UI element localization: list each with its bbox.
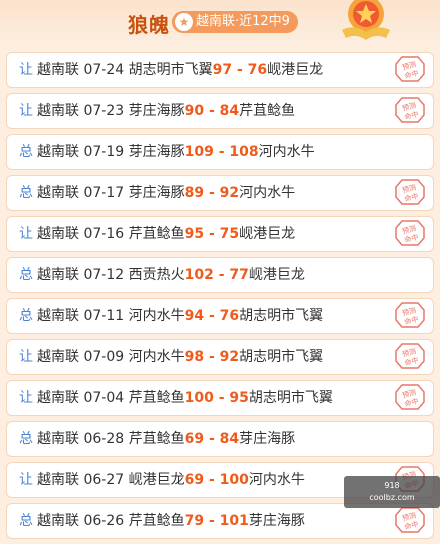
- list-item[interactable]: 让越南联 07-16 芹苴鲶鱼95 - 75岘港巨龙 预测 命中: [6, 216, 434, 252]
- toast-line-2: coolbz.com: [369, 493, 415, 502]
- match-info: 越南联 06-26 芹苴鲶鱼: [37, 513, 185, 529]
- match-text: 越南联 07-16 芹苴鲶鱼95 - 75岘港巨龙: [37, 217, 295, 251]
- match-score: 109 - 108: [184, 144, 259, 160]
- match-info: 越南联 07-19 芽庄海豚: [37, 144, 185, 160]
- match-text: 越南联 07-12 西贡热火102 - 77岘港巨龙: [37, 258, 305, 292]
- away-team: 胡志明市飞翼: [239, 349, 324, 365]
- match-score: 94 - 76: [184, 308, 240, 324]
- match-info: 越南联 07-09 河内水牛: [37, 349, 185, 365]
- bet-type-label: 让: [19, 62, 33, 78]
- match-score: 69 - 84: [184, 431, 240, 447]
- match-score: 89 - 92: [184, 185, 240, 201]
- list-item[interactable]: 总越南联 07-12 西贡热火102 - 77岘港巨龙: [6, 257, 434, 293]
- match-text: 越南联 06-28 芹苴鲶鱼69 - 84芽庄海豚: [37, 422, 295, 456]
- match-score: 102 - 77: [184, 267, 249, 283]
- list-item[interactable]: 总越南联 06-28 芹苴鲶鱼69 - 84芽庄海豚: [6, 421, 434, 457]
- prediction-hit-stamp: 预测命中: [395, 220, 425, 246]
- prediction-hit-stamp: 预测命中: [395, 179, 425, 205]
- bet-type-label: 让: [19, 226, 33, 242]
- list-item[interactable]: 总越南联 07-11 河内水牛94 - 76胡志明市飞翼 预测 命中: [6, 298, 434, 334]
- match-text: 越南联 07-23 芽庄海豚90 - 84芹苴鲶鱼: [37, 94, 295, 128]
- match-text: 越南联 07-19 芽庄海豚109 - 108河内水牛: [37, 135, 315, 169]
- match-score: 100 - 95: [184, 390, 249, 406]
- medal-icon: [342, 0, 390, 40]
- prediction-hit-stamp: 预测命中: [395, 343, 425, 369]
- bet-type-label: 总: [19, 267, 33, 283]
- match-score: 98 - 92: [184, 349, 240, 365]
- away-team: 河内水牛: [258, 144, 315, 160]
- match-score: 79 - 101: [184, 513, 249, 529]
- prediction-hit-stamp: 预测命中: [395, 56, 425, 82]
- away-team: 芽庄海豚: [248, 513, 305, 529]
- list-item[interactable]: 让越南联 07-09 河内水牛98 - 92胡志明市飞翼 预测 命中: [6, 339, 434, 375]
- watermark-toast: 918 coolbz.com: [344, 476, 440, 508]
- list-item[interactable]: 总越南联 07-17 芽庄海豚89 - 92河内水牛 预测 命中: [6, 175, 434, 211]
- match-text: 越南联 07-09 河内水牛98 - 92胡志明市飞翼: [37, 340, 323, 374]
- match-info: 越南联 07-04 芹苴鲶鱼: [37, 390, 185, 406]
- prediction-hit-stamp: 预测命中: [395, 384, 425, 410]
- record-badge: ★ 越南联·近12中9: [172, 11, 298, 33]
- away-team: 河内水牛: [239, 185, 296, 201]
- page-title: 狼魄: [128, 13, 170, 37]
- match-score: 69 - 100: [184, 472, 249, 488]
- record-list: 让越南联 07-24 胡志明市飞翼97 - 76岘港巨龙 预测 命中让越南联 07-…: [6, 52, 434, 544]
- bet-type-label: 让: [19, 390, 33, 406]
- bet-type-label: 总: [19, 431, 33, 447]
- bet-type-label: 总: [19, 513, 33, 529]
- header: 狼魄 ★ 越南联·近12中9: [0, 0, 440, 46]
- match-info: 越南联 06-28 芹苴鲶鱼: [37, 431, 185, 447]
- list-item[interactable]: 让越南联 07-04 芹苴鲶鱼100 - 95胡志明市飞翼 预测 命中: [6, 380, 434, 416]
- away-team: 胡志明市飞翼: [248, 390, 333, 406]
- star-icon: ★: [175, 13, 193, 31]
- list-item[interactable]: 让越南联 07-23 芽庄海豚90 - 84芹苴鲶鱼 预测 命中: [6, 93, 434, 129]
- record-badge-label: 越南联·近12中9: [196, 14, 290, 29]
- bet-type-label: 让: [19, 472, 33, 488]
- match-text: 越南联 07-11 河内水牛94 - 76胡志明市飞翼: [37, 299, 323, 333]
- bet-type-label: 总: [19, 144, 33, 160]
- list-item[interactable]: 让越南联 07-24 胡志明市飞翼97 - 76岘港巨龙 预测 命中: [6, 52, 434, 88]
- toast-line-1: 918: [384, 481, 400, 490]
- match-score: 95 - 75: [184, 226, 240, 242]
- away-team: 河内水牛: [248, 472, 305, 488]
- bet-type-label: 让: [19, 103, 33, 119]
- bet-type-label: 总: [19, 308, 33, 324]
- match-info: 越南联 07-11 河内水牛: [37, 308, 185, 324]
- match-text: 越南联 07-04 芹苴鲶鱼100 - 95胡志明市飞翼: [37, 381, 333, 415]
- prediction-hit-stamp: 预测命中: [395, 507, 425, 533]
- away-team: 芽庄海豚: [239, 431, 296, 447]
- list-item[interactable]: 总越南联 07-19 芽庄海豚109 - 108河内水牛: [6, 134, 434, 170]
- match-info: 越南联 07-12 西贡热火: [37, 267, 185, 283]
- match-info: 越南联 07-24 胡志明市飞翼: [37, 62, 213, 78]
- prediction-hit-stamp: 预测命中: [395, 302, 425, 328]
- match-text: 越南联 06-26 芹苴鲶鱼79 - 101芽庄海豚: [37, 504, 305, 538]
- away-team: 岘港巨龙: [239, 226, 296, 242]
- match-info: 越南联 07-17 芽庄海豚: [37, 185, 185, 201]
- match-info: 越南联 07-23 芽庄海豚: [37, 103, 185, 119]
- bet-type-label: 总: [19, 185, 33, 201]
- away-team: 岘港巨龙: [248, 267, 305, 283]
- away-team: 芹苴鲶鱼: [239, 103, 296, 119]
- match-score: 97 - 76: [212, 62, 268, 78]
- match-score: 90 - 84: [184, 103, 240, 119]
- match-info: 越南联 07-16 芹苴鲶鱼: [37, 226, 185, 242]
- match-text: 越南联 06-27 岘港巨龙69 - 100河内水牛: [37, 463, 305, 497]
- list-item[interactable]: 总越南联 06-26 芹苴鲶鱼79 - 101芽庄海豚 预测 命中: [6, 503, 434, 539]
- prediction-hit-stamp: 预测命中: [395, 97, 425, 123]
- away-team: 岘港巨龙: [267, 62, 324, 78]
- away-team: 胡志明市飞翼: [239, 308, 324, 324]
- match-text: 越南联 07-24 胡志明市飞翼97 - 76岘港巨龙: [37, 53, 323, 87]
- bet-type-label: 让: [19, 349, 33, 365]
- match-info: 越南联 06-27 岘港巨龙: [37, 472, 185, 488]
- match-text: 越南联 07-17 芽庄海豚89 - 92河内水牛: [37, 176, 295, 210]
